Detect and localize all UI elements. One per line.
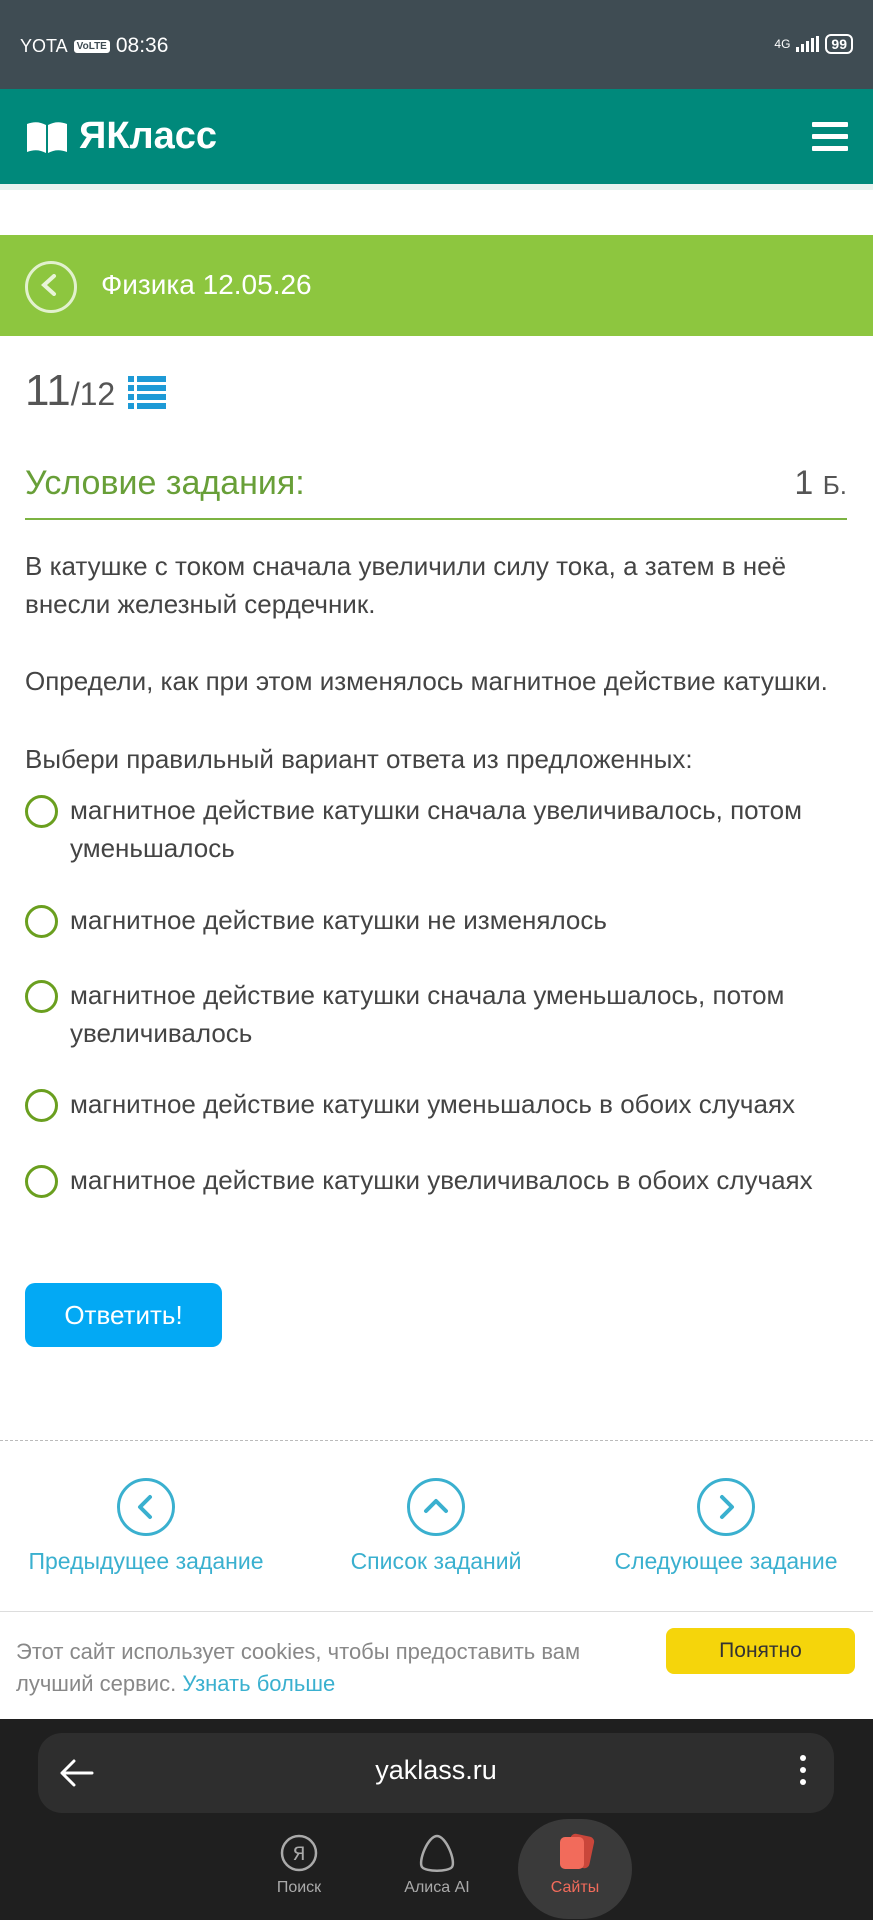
option-label: магнитное действие катушки не изменялось [70,905,607,935]
browser-tabs: Я Поиск Алиса AI Сайты [0,1819,873,1920]
chevron-right-icon [697,1478,755,1536]
sites-icon [520,1831,630,1875]
submit-answer-button[interactable]: Ответить! [25,1283,222,1347]
accept-cookies-button[interactable]: Понятно [666,1628,855,1674]
cookie-banner: Этот сайт использует cookies, чтобы пред… [0,1611,873,1720]
radio-button[interactable] [25,795,58,828]
chevron-left-icon [117,1478,175,1536]
address-bar[interactable]: yaklass.ru [38,1733,834,1813]
url-text[interactable]: yaklass.ru [38,1755,834,1786]
task-list-label: Список заданий [350,1548,522,1574]
status-bar: YOTA VoLTE 08:36 4G 99 [0,0,873,89]
site-header: ЯКласс [0,89,873,184]
next-task-button[interactable]: Следующее задание [601,1478,851,1575]
network-label: 4G [774,37,791,51]
condition-title: Условие задания: [25,464,305,502]
tab-alice[interactable]: Алиса AI [382,1831,492,1897]
option-label: магнитное действие катушки уменьшалось в… [70,1089,796,1119]
question-paragraph-2: Определи, как при этом изменялось магнит… [25,666,828,696]
points-value: 1 [794,464,814,502]
radio-button[interactable] [25,1165,58,1198]
option-label: магнитное действие катушки сначала умень… [70,980,785,1048]
option-label: магнитное действие катушки увеличивалось… [70,1165,813,1195]
hamburger-icon[interactable] [812,122,848,151]
answer-instruction: Выбери правильный вариант ответа из пред… [25,744,693,774]
question-paragraph-1: В катушке с током сначала увеличили силу… [25,551,787,619]
browser-bottom-bar: yaklass.ru Я Поиск Алиса AI Сайты [0,1719,873,1920]
cookie-text: Этот сайт использует cookies, чтобы пред… [16,1636,656,1700]
subject-title: Физика 12.05.26 [101,269,312,300]
radio-button[interactable] [25,905,58,938]
learn-more-link[interactable]: Узнать больше [182,1671,335,1696]
chevron-up-icon [407,1478,465,1536]
current-task-number: 11 [25,366,71,415]
task-list-icon[interactable] [128,374,166,410]
task-list-button[interactable]: Список заданий [311,1478,561,1575]
yandex-search-icon: Я [244,1831,354,1875]
logo-text: ЯКласс [79,115,218,157]
points-unit: Б. [822,470,847,500]
header-divider [0,184,873,190]
status-left: YOTA VoLTE 08:36 [20,34,168,58]
alice-icon [382,1831,492,1875]
next-task-label: Следующее задание [614,1548,838,1574]
svg-text:Я: Я [292,1843,305,1865]
carrier-label: YOTA [20,35,68,56]
tab-label: Поиск [276,1879,322,1896]
yaklass-logo[interactable]: ЯКласс [25,115,217,158]
task-counter: 11/12 [25,366,115,416]
subject-bar: Физика 12.05.26 [0,235,873,336]
signal-icon [796,36,820,52]
prev-task-button[interactable]: Предыдущее задание [21,1478,271,1575]
clock: 08:36 [115,34,169,57]
book-icon [27,121,67,153]
chevron-left-icon [41,274,56,296]
back-button[interactable] [25,261,77,313]
nav-divider [0,1440,873,1441]
more-menu-icon[interactable] [800,1755,806,1791]
condition-header: Условие задания: 1 Б. [25,462,847,520]
status-right: 4G 99 [774,34,853,54]
volte-badge: VoLTE [73,39,110,53]
prev-task-label: Предыдущее задание [28,1548,264,1574]
radio-button[interactable] [25,1089,58,1122]
battery-icon: 99 [825,34,853,54]
tab-sites[interactable]: Сайты [518,1819,632,1919]
radio-button[interactable] [25,980,58,1013]
option-label: магнитное действие катушки сначала увели… [70,795,803,863]
tab-label: Алиса AI [404,1879,470,1896]
tab-search[interactable]: Я Поиск [244,1831,354,1897]
task-points: 1 Б. [794,464,847,503]
tab-label: Сайты [550,1879,600,1896]
total-tasks: /12 [70,376,116,412]
